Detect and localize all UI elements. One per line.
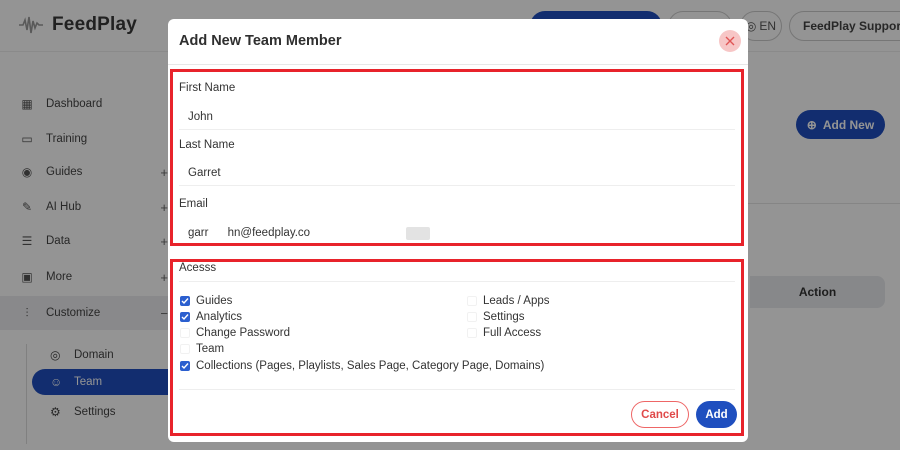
modal-header: Add New Team Member	[168, 19, 748, 65]
close-icon	[725, 36, 735, 46]
highlight-box-access	[170, 259, 744, 436]
close-button[interactable]	[719, 30, 741, 52]
modal-title: Add New Team Member	[179, 33, 342, 49]
highlight-box-fields	[170, 69, 744, 246]
add-team-member-modal: Add New Team Member First Name Last Name…	[168, 19, 748, 442]
